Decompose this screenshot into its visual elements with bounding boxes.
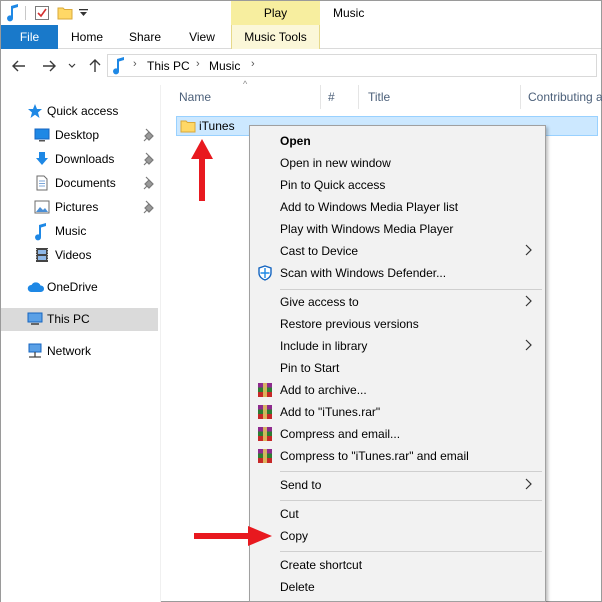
menu-item-delete[interactable]: Delete [252,576,543,598]
download-icon [34,151,50,167]
customize-toolbar-icon[interactable] [77,4,89,22]
menu-item-include-in-library[interactable]: Include in library [252,335,543,357]
context-menu: Open Open in new window Pin to Quick acc… [249,125,546,602]
column-headers: Name # Title Contributing a [163,85,602,111]
documents-icon [34,175,50,191]
submenu-chevron-icon [523,477,533,491]
menu-item-compress-and-email[interactable]: Compress and email... [252,423,543,445]
nav-item-quick-access[interactable]: Quick access [1,100,158,122]
desktop-icon [34,127,50,143]
menu-item-open[interactable]: Open [252,130,543,152]
pictures-icon [34,199,50,215]
new-folder-icon[interactable] [56,4,74,22]
breadcrumb-chevron-icon[interactable]: › [196,58,200,70]
tab-view[interactable]: View [179,25,225,49]
music-note-icon [112,57,126,78]
menu-item-pin-to-quick-access[interactable]: Pin to Quick access [252,174,543,196]
winrar-icon [257,426,273,442]
submenu-chevron-icon [523,338,533,352]
menu-item-pin-to-start[interactable]: Pin to Start [252,357,543,379]
tab-file[interactable]: File [1,25,58,49]
winrar-icon [257,382,273,398]
menu-item-restore-previous-versions[interactable]: Restore previous versions [252,313,543,335]
menu-item-create-shortcut[interactable]: Create shortcut [252,554,543,576]
pin-icon[interactable] [143,152,155,166]
contextual-tab-header: Play [231,1,320,25]
menu-item-compress-to-itunes-rar-and-email[interactable]: Compress to "iTunes.rar" and email [252,445,543,467]
tab-music-tools[interactable]: Music Tools [231,25,320,49]
tab-home[interactable]: Home [64,25,110,49]
cloud-icon [27,279,45,295]
recent-locations-chevron-icon[interactable] [66,58,78,74]
column-header-contributing-artists[interactable]: Contributing a [528,90,602,104]
file-explorer-window: Play Music File Home Share View Music To… [0,0,602,602]
column-divider[interactable] [520,85,521,109]
menu-separator [280,551,542,552]
column-divider[interactable] [320,85,321,109]
winrar-icon [257,404,273,420]
window-title: Music [333,6,365,20]
pin-icon[interactable] [143,128,155,142]
menu-item-add-to-wmp-list[interactable]: Add to Windows Media Player list [252,196,543,218]
breadcrumb-this-pc[interactable]: This PC [147,59,190,73]
nav-item-onedrive[interactable]: OneDrive [1,276,158,298]
forward-arrow-icon[interactable] [41,58,57,74]
navigation-pane: Quick access Desktop Downloads Documents [1,85,161,602]
title-bar-separator [25,6,26,20]
ribbon-tabs: File Home Share View Music Tools [1,25,601,49]
menu-separator [280,471,542,472]
up-arrow-icon[interactable] [87,58,103,74]
annotation-up-arrow-icon [191,139,213,201]
menu-item-add-to-archive[interactable]: Add to archive... [252,379,543,401]
nav-item-music[interactable]: Music [1,220,158,242]
menu-separator [280,289,542,290]
annotation-right-arrow-icon [194,526,272,546]
pin-icon[interactable] [143,200,155,214]
tab-share[interactable]: Share [122,25,168,49]
menu-item-open-in-new-window[interactable]: Open in new window [252,152,543,174]
menu-item-cut[interactable]: Cut [252,503,543,525]
nav-item-downloads[interactable]: Downloads [1,148,158,170]
breadcrumb-chevron-icon[interactable]: › [133,58,137,70]
breadcrumb-music[interactable]: Music [209,59,240,73]
menu-item-copy[interactable]: Copy [252,525,543,547]
music-note-icon [4,4,22,22]
column-divider[interactable] [358,85,359,109]
title-bar: Play Music [1,1,601,25]
shield-icon [257,265,273,281]
menu-item-give-access-to[interactable]: Give access to [252,291,543,313]
nav-item-videos[interactable]: Videos [1,244,158,266]
nav-item-this-pc[interactable]: This PC [1,308,158,331]
properties-icon[interactable] [33,4,51,22]
menu-item-send-to[interactable]: Send to [252,474,543,496]
nav-item-documents[interactable]: Documents [1,172,158,194]
winrar-icon [257,448,273,464]
address-bar[interactable]: › This PC › Music › [107,54,597,77]
menu-item-add-to-itunes-rar[interactable]: Add to "iTunes.rar" [252,401,543,423]
column-header-name[interactable]: Name [179,90,211,104]
computer-icon [27,311,43,327]
nav-item-desktop[interactable]: Desktop [1,124,158,146]
menu-separator [280,500,542,501]
nav-item-network[interactable]: Network [1,340,158,362]
back-arrow-icon[interactable] [11,58,27,74]
breadcrumb-chevron-icon[interactable]: › [251,58,255,70]
videos-icon [34,247,50,263]
pin-icon[interactable] [143,176,155,190]
menu-item-play-with-wmp[interactable]: Play with Windows Media Player [252,218,543,240]
folder-icon [180,118,196,137]
column-header-number[interactable]: # [328,90,335,104]
network-icon [27,343,43,359]
column-header-title[interactable]: Title [368,90,390,104]
submenu-chevron-icon [523,294,533,308]
menu-item-cast-to-device[interactable]: Cast to Device [252,240,543,262]
music-icon [34,223,50,241]
star-icon [27,103,43,119]
menu-item-scan-with-defender[interactable]: Scan with Windows Defender... [252,262,543,284]
submenu-chevron-icon [523,243,533,257]
file-name: iTunes [199,119,235,133]
nav-item-pictures[interactable]: Pictures [1,196,158,218]
